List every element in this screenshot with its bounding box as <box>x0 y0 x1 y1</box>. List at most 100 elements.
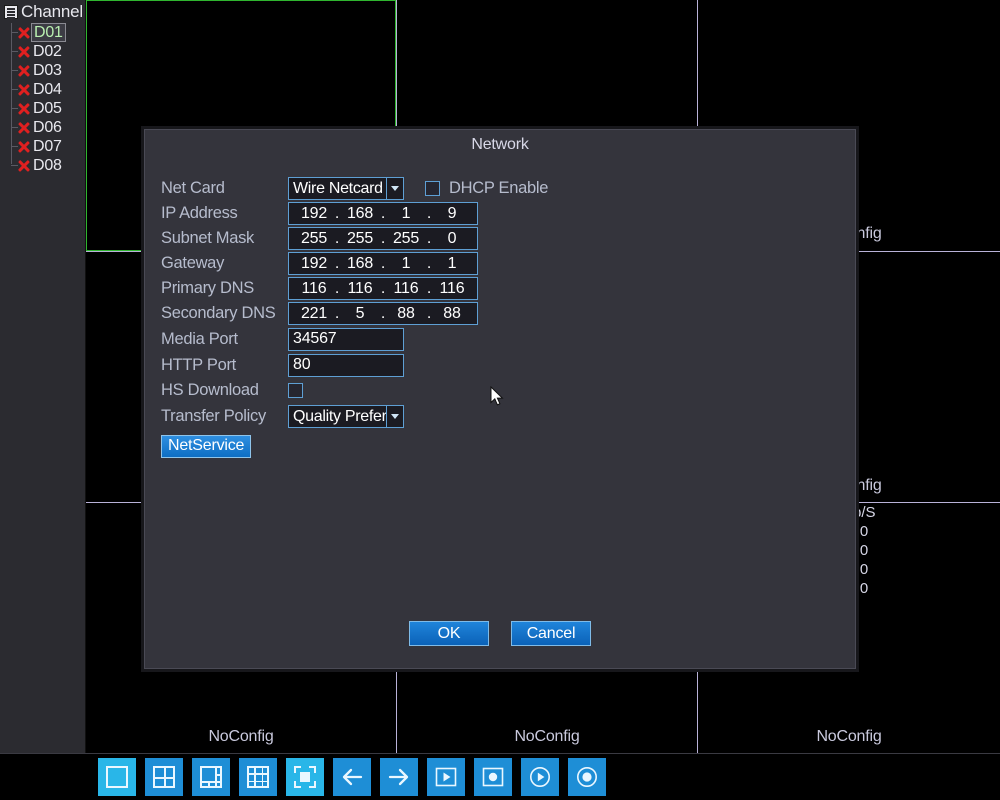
hs-download-checkbox[interactable] <box>288 383 303 398</box>
gateway-octet-1[interactable]: 192 <box>295 255 333 273</box>
sidebar-item-d06[interactable]: D06 <box>0 118 85 137</box>
subnet-octet-2[interactable]: 255 <box>341 230 379 248</box>
media-port-input[interactable]: 34567 <box>288 327 404 351</box>
ip-address-label: IP Address <box>161 204 238 222</box>
secondary-dns-octet-3[interactable]: 88 <box>387 305 425 323</box>
secondary-dns-input[interactable]: 221 . 5 . 88 . 88 <box>288 302 478 325</box>
single-view-icon[interactable] <box>98 758 136 796</box>
ip-separator: . <box>334 254 340 272</box>
primary-dns-octet-1[interactable]: 116 <box>295 280 333 298</box>
http-port-value: 80 <box>293 356 311 373</box>
red-x-icon <box>16 158 32 174</box>
form-row-secondary-dns: Secondary DNS 221 . 5 . 88 . 88 <box>161 301 856 326</box>
gateway-octet-3[interactable]: 1 <box>387 255 425 273</box>
nine-view-icon[interactable] <box>239 758 277 796</box>
subnet-octet-4[interactable]: 0 <box>433 230 471 248</box>
bottom-toolbar <box>0 753 1000 800</box>
form-row-transfer-policy: Transfer Policy Quality Prefer <box>161 403 856 430</box>
dhcp-enable-label: DHCP Enable <box>449 179 549 197</box>
net-card-select[interactable]: Wire Netcard <box>288 177 404 200</box>
red-x-icon <box>16 101 32 117</box>
ip-octet-4[interactable]: 9 <box>433 205 471 223</box>
primary-dns-input[interactable]: 116 . 116 . 116 . 116 <box>288 277 478 300</box>
ip-separator: . <box>334 204 340 222</box>
arrow-left-icon[interactable] <box>333 758 371 796</box>
network-form: Net Card Wire Netcard DHCP Enable IP Add… <box>144 154 856 458</box>
transfer-policy-value: Quality Prefer <box>293 407 387 425</box>
cancel-button[interactable]: Cancel <box>511 621 591 646</box>
http-port-input[interactable]: 80 <box>288 353 404 377</box>
form-row-primary-dns: Primary DNS 116 . 116 . 116 . 116 <box>161 276 856 301</box>
net-card-value: Wire Netcard <box>293 179 383 197</box>
subnet-octet-1[interactable]: 255 <box>295 230 333 248</box>
sidebar-item-d02[interactable]: D02 <box>0 42 85 61</box>
video-cell-label: NoConfig <box>208 728 274 745</box>
gateway-input[interactable]: 192 . 168 . 1 . 1 <box>288 252 478 275</box>
arrow-right-icon[interactable] <box>380 758 418 796</box>
form-row-http-port: HTTP Port 80 <box>161 352 856 378</box>
sidebar-item-d07[interactable]: D07 <box>0 137 85 156</box>
play-circle-icon[interactable] <box>521 758 559 796</box>
gateway-octet-4[interactable]: 1 <box>433 255 471 273</box>
ip-separator: . <box>380 229 386 247</box>
video-cell-label: NoConfig <box>514 728 580 745</box>
subnet-octet-3[interactable]: 255 <box>387 230 425 248</box>
record-square-icon[interactable] <box>474 758 512 796</box>
sidebar-item-d05[interactable]: D05 <box>0 99 85 118</box>
ip-separator: . <box>426 204 432 222</box>
gateway-octet-2[interactable]: 168 <box>341 255 379 273</box>
transfer-policy-select[interactable]: Quality Prefer <box>288 405 404 428</box>
form-row-netservice: NetService <box>161 430 856 458</box>
sidebar-item-d01[interactable]: D01 <box>0 23 85 42</box>
form-row-media-port: Media Port 34567 <box>161 326 856 352</box>
secondary-dns-octet-4[interactable]: 88 <box>433 305 471 323</box>
chevron-down-icon[interactable] <box>386 406 403 427</box>
red-x-icon <box>16 139 32 155</box>
media-port-value: 34567 <box>293 330 337 347</box>
channel-sidebar-title: Channel <box>21 2 83 21</box>
primary-dns-octet-2[interactable]: 116 <box>341 280 379 298</box>
dhcp-enable-checkbox[interactable] <box>425 181 440 196</box>
ip-octet-3[interactable]: 1 <box>387 205 425 223</box>
sidebar-item-d08[interactable]: D08 <box>0 156 85 175</box>
red-x-icon <box>16 25 32 41</box>
channel-label: D06 <box>33 118 62 136</box>
ip-address-input[interactable]: 192 . 168 . 1 . 9 <box>288 202 478 225</box>
chevron-down-icon[interactable] <box>386 178 403 199</box>
record-circle-icon[interactable] <box>568 758 606 796</box>
ip-separator: . <box>426 279 432 297</box>
red-x-icon <box>16 63 32 79</box>
form-row-gateway: Gateway 192 . 168 . 1 . 1 <box>161 251 856 276</box>
red-x-icon <box>16 120 32 136</box>
form-row-hs-download: HS Download <box>161 378 856 403</box>
secondary-dns-label: Secondary DNS <box>161 304 276 322</box>
channel-sidebar: Channel D01 D02 D03 D04 D05 D06 D07 D08 <box>0 0 86 753</box>
ip-separator: . <box>380 279 386 297</box>
ip-octet-2[interactable]: 168 <box>341 205 379 223</box>
fullscreen-zoom-icon[interactable] <box>286 758 324 796</box>
red-x-icon <box>16 82 32 98</box>
subnet-mask-input[interactable]: 255 . 255 . 255 . 0 <box>288 227 478 250</box>
sidebar-item-d03[interactable]: D03 <box>0 61 85 80</box>
netservice-button[interactable]: NetService <box>161 434 252 458</box>
quad-view-icon[interactable] <box>145 758 183 796</box>
ip-octet-1[interactable]: 192 <box>295 205 333 223</box>
primary-dns-octet-3[interactable]: 116 <box>387 280 425 298</box>
list-document-icon <box>4 5 18 19</box>
secondary-dns-octet-2[interactable]: 5 <box>341 305 379 323</box>
ip-separator: . <box>380 254 386 272</box>
six-view-icon[interactable] <box>192 758 230 796</box>
red-x-icon <box>16 44 32 60</box>
ok-button[interactable]: OK <box>409 621 489 646</box>
play-square-icon[interactable] <box>427 758 465 796</box>
media-port-label: Media Port <box>161 329 238 348</box>
gateway-label: Gateway <box>161 254 225 272</box>
ip-separator: . <box>426 304 432 322</box>
channel-label: D02 <box>33 42 62 60</box>
sidebar-item-d04[interactable]: D04 <box>0 80 85 99</box>
http-port-label: HTTP Port <box>161 355 236 374</box>
primary-dns-octet-4[interactable]: 116 <box>433 280 471 298</box>
channel-label: D05 <box>33 99 62 117</box>
secondary-dns-octet-1[interactable]: 221 <box>295 305 333 323</box>
ip-separator: . <box>380 204 386 222</box>
